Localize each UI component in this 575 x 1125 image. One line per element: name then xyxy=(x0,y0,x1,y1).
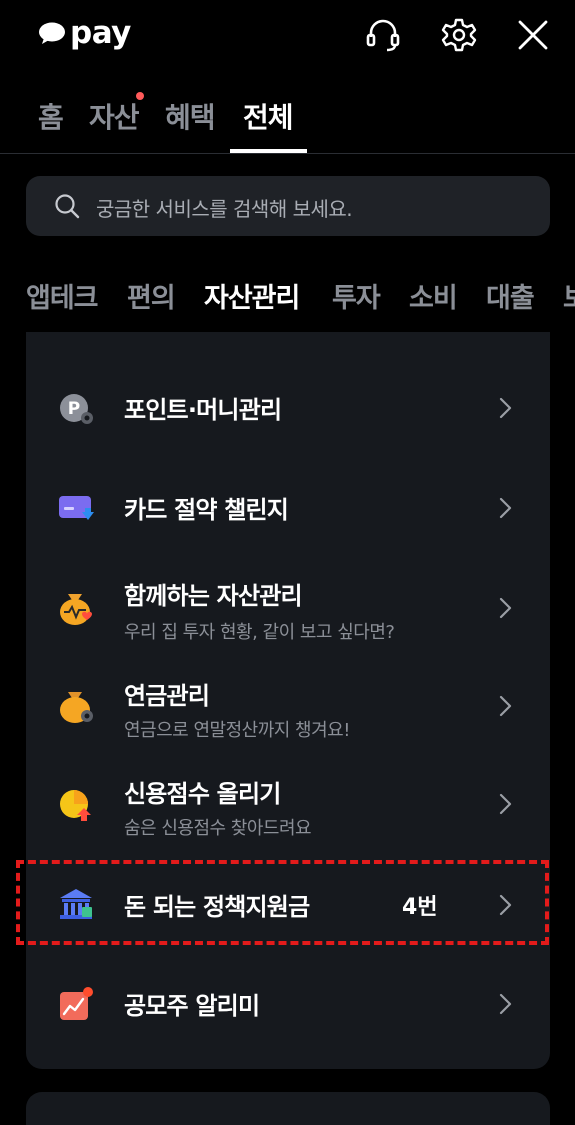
category-tab-asset-management[interactable]: 자산관리 xyxy=(204,276,300,315)
service-row-shared-assets[interactable]: 함께하는 자산관리 우리 집 투자 현황, 같이 보고 싶다면? xyxy=(26,564,550,644)
service-title: 연금관리 xyxy=(124,682,210,710)
service-row-point-money[interactable]: P 포인트·머니관리 xyxy=(26,368,550,448)
pension-icon xyxy=(60,692,93,723)
divider xyxy=(0,153,575,154)
close-icon[interactable] xyxy=(515,17,551,53)
chevron-right-icon xyxy=(499,695,512,717)
search-input[interactable]: 궁금한 서비스를 검색해 보세요. xyxy=(26,176,550,236)
svg-text:P: P xyxy=(68,399,80,419)
category-tab-convenience[interactable]: 편의 xyxy=(127,276,176,315)
card-challenge-icon xyxy=(59,496,94,520)
chevron-right-icon xyxy=(499,993,512,1015)
ipo-alert-icon xyxy=(60,987,93,1020)
service-title: 공모주 알리미 xyxy=(124,992,260,1020)
service-title: 카드 절약 챌린지 xyxy=(124,496,289,524)
service-row-card-challenge[interactable]: 카드 절약 챌린지 xyxy=(26,468,550,548)
service-row-pension[interactable]: 연금관리 연금으로 연말정산까지 챙겨요! xyxy=(26,664,550,744)
chevron-right-icon xyxy=(499,597,512,619)
speech-bubble-icon xyxy=(39,22,65,44)
gear-icon[interactable] xyxy=(441,17,477,53)
chevron-right-icon xyxy=(499,793,512,815)
tab-benefits[interactable]: 혜택 xyxy=(165,96,216,136)
category-tab-spending[interactable]: 소비 xyxy=(409,276,458,315)
service-subtitle: 숨은 신용점수 찾아드려요 xyxy=(124,818,312,839)
service-row-ipo-alert[interactable]: 공모주 알리미 xyxy=(26,964,550,1044)
tab-all[interactable]: 전체 xyxy=(243,96,294,136)
service-row-credit-score[interactable]: 신용점수 올리기 숨은 신용점수 찾아드려요 xyxy=(26,762,550,842)
category-tabs: 앱테크 편의 자산관리 투자 소비 대출 보 xyxy=(0,272,575,322)
top-bar: pay xyxy=(0,0,575,75)
credit-score-icon xyxy=(60,790,91,821)
category-tab-investment[interactable]: 투자 xyxy=(332,276,381,315)
kakaopay-logo: pay xyxy=(38,16,131,50)
service-title: 함께하는 자산관리 xyxy=(124,582,303,610)
shared-assets-icon xyxy=(60,594,92,625)
search-placeholder: 궁금한 서비스를 검색해 보세요. xyxy=(96,197,353,221)
new-dot-badge xyxy=(136,92,144,100)
tab-home[interactable]: 홈 xyxy=(38,96,64,136)
chevron-right-icon xyxy=(499,397,512,419)
next-section-card xyxy=(26,1092,550,1125)
highlight-box xyxy=(16,860,549,945)
tab-assets[interactable]: 자산 xyxy=(89,96,140,136)
service-subtitle: 우리 집 투자 현황, 같이 보고 싶다면? xyxy=(124,622,395,643)
category-tab-loan[interactable]: 대출 xyxy=(486,276,535,315)
category-tab-apptech[interactable]: 앱테크 xyxy=(26,276,99,315)
search-icon xyxy=(55,194,80,219)
point-money-icon: P xyxy=(60,394,93,424)
main-tabs: 홈 자산 혜택 전체 xyxy=(0,90,575,154)
logo-text: pay xyxy=(70,15,131,51)
chevron-right-icon xyxy=(499,497,512,519)
service-title: 신용점수 올리기 xyxy=(124,780,281,808)
service-title: 포인트·머니관리 xyxy=(124,396,282,424)
service-list-card: P 포인트·머니관리 카드 절약 챌린지 함께하는 자산관리 우리 집 투자 현… xyxy=(26,332,550,1069)
headset-icon[interactable] xyxy=(365,17,401,53)
category-tab-insurance[interactable]: 보 xyxy=(563,276,575,315)
service-subtitle: 연금으로 연말정산까지 챙겨요! xyxy=(124,720,350,741)
